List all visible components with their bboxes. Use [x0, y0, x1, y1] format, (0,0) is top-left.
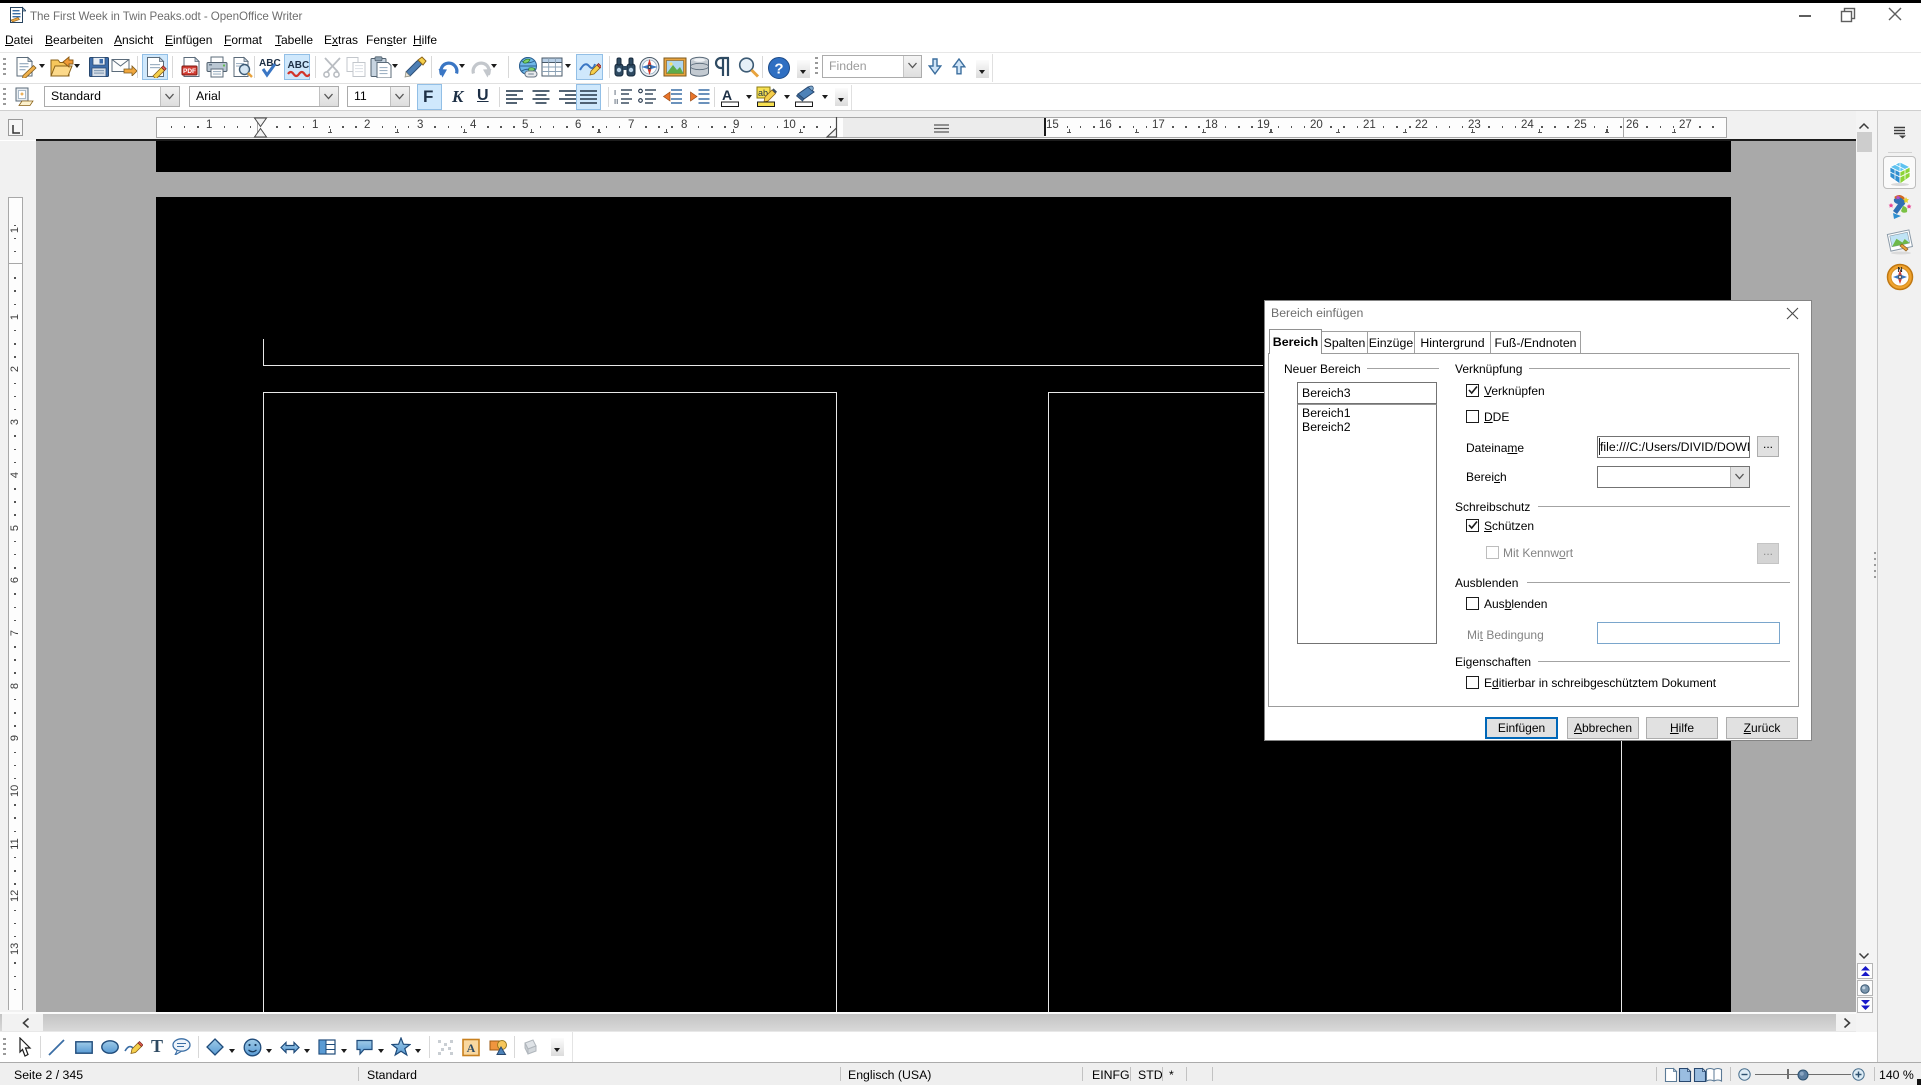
- svg-text:PDF: PDF: [183, 68, 196, 75]
- svg-text:?: ?: [774, 61, 783, 78]
- svg-text:A: A: [467, 1041, 476, 1055]
- svg-text:A: A: [722, 87, 732, 103]
- svg-text:II: II: [614, 97, 618, 105]
- svg-text:ABC: ABC: [259, 58, 281, 69]
- svg-text:ABC: ABC: [288, 60, 310, 71]
- svg-text:I: I: [614, 88, 616, 97]
